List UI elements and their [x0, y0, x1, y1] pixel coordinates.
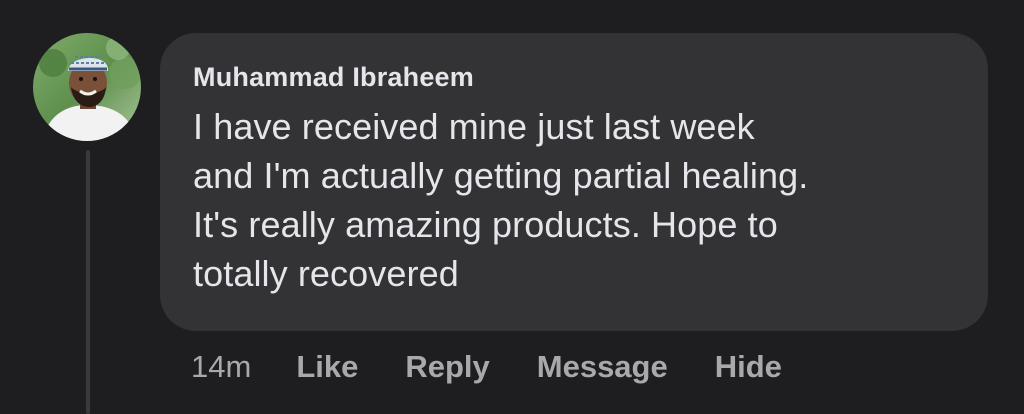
message-button[interactable]: Message	[537, 349, 668, 385]
hide-button[interactable]: Hide	[715, 349, 782, 385]
comment-actions: 14m Like Reply Message Hide	[191, 347, 829, 387]
comment-text-line: It's really amazing products. Hope to	[193, 204, 778, 245]
comment-text-line: I have received mine just last week	[193, 106, 755, 147]
reply-button[interactable]: Reply	[405, 349, 489, 385]
comment-bubble: Muhammad Ibraheem I have received mine j…	[160, 33, 988, 331]
comment-text-line: and I'm actually getting partial healing…	[193, 155, 809, 196]
comment-text: I have received mine just last week and …	[193, 102, 958, 298]
like-button[interactable]: Like	[296, 349, 358, 385]
author-name[interactable]: Muhammad Ibraheem	[193, 61, 958, 97]
thread-line	[86, 150, 90, 414]
comment-text-line: totally recovered	[193, 253, 459, 294]
avatar[interactable]	[33, 33, 141, 141]
timestamp[interactable]: 14m	[191, 349, 251, 385]
comment-item: Muhammad Ibraheem I have received mine j…	[0, 0, 1024, 414]
